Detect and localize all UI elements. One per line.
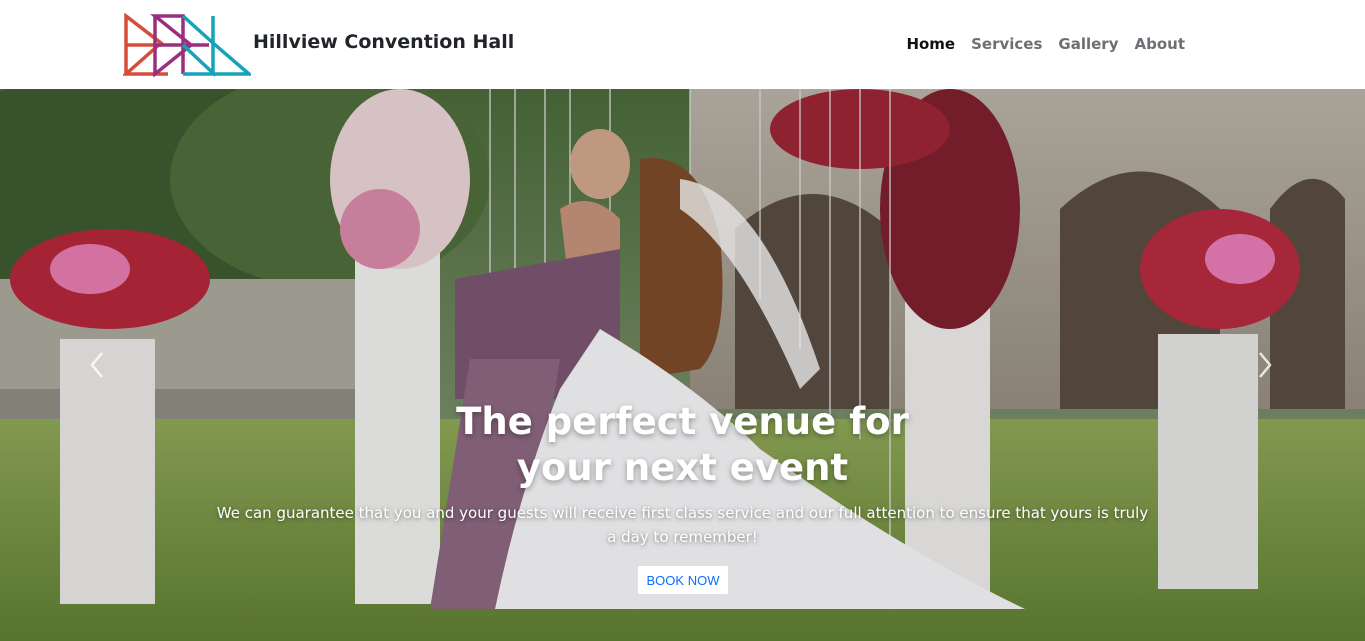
main-nav: Home Services Gallery About bbox=[906, 35, 1185, 53]
book-now-button[interactable]: BOOK NOW bbox=[637, 565, 729, 595]
nav-home[interactable]: Home bbox=[906, 35, 955, 53]
hero-headline-line1: The perfect venue for bbox=[456, 400, 909, 443]
logo-icon[interactable] bbox=[123, 13, 251, 77]
nav-gallery[interactable]: Gallery bbox=[1058, 35, 1118, 53]
hero-headline: The perfect venue for your next event bbox=[0, 399, 1365, 491]
hero-headline-line2: your next event bbox=[516, 446, 849, 489]
hero-overlay bbox=[0, 89, 1365, 641]
navbar: Hillview Convention Hall Home Services G… bbox=[0, 0, 1365, 89]
chevron-left-icon[interactable] bbox=[88, 351, 108, 379]
brand-name[interactable]: Hillview Convention Hall bbox=[253, 31, 514, 53]
hero-subtext: We can guarantee that you and your guest… bbox=[216, 504, 1149, 546]
chevron-right-icon[interactable] bbox=[1254, 351, 1274, 379]
nav-services[interactable]: Services bbox=[971, 35, 1042, 53]
hero-carousel: The perfect venue for your next event We… bbox=[0, 89, 1365, 641]
nav-about[interactable]: About bbox=[1134, 35, 1185, 53]
